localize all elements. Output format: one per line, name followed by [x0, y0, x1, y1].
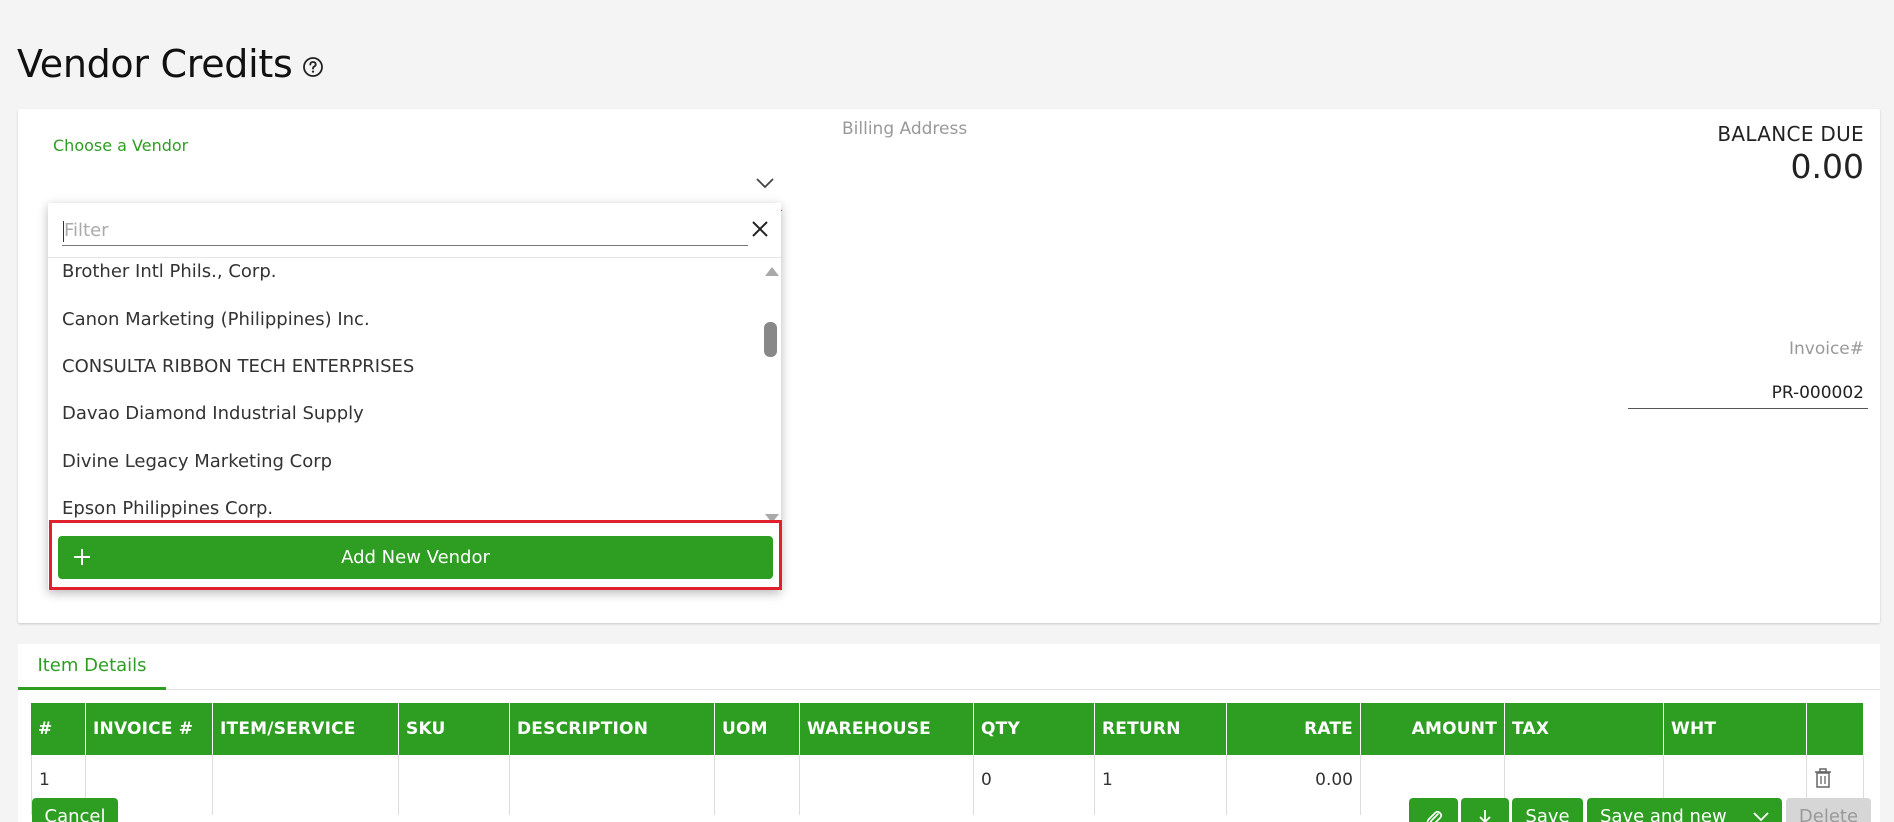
delete-button[interactable]: Delete	[1786, 798, 1871, 822]
add-new-vendor-highlight: Add New Vendor	[49, 520, 782, 590]
cell-qty[interactable]: 0	[974, 755, 1095, 815]
list-item[interactable]: Divine Legacy Marketing Corp	[62, 451, 332, 472]
page-title-text: Vendor Credits	[17, 42, 293, 86]
text-caret	[63, 221, 64, 242]
column-header-sku: SKU	[399, 703, 510, 755]
page-title: Vendor Credits	[17, 42, 324, 86]
attach-file-button[interactable]	[1409, 798, 1458, 822]
scroll-thumb[interactable]	[764, 322, 777, 357]
column-header-rate: RATE	[1227, 703, 1361, 755]
vendor-field-label: Choose a Vendor	[53, 136, 189, 155]
plus-icon	[74, 549, 90, 565]
vendor-dropdown: Brother Intl Phils., Corp. Canon Marketi…	[48, 203, 782, 590]
column-header-actions	[1807, 703, 1864, 755]
scroll-up-arrow-icon[interactable]	[765, 267, 779, 276]
column-header-description: DESCRIPTION	[510, 703, 715, 755]
invoice-number-label: Invoice#	[1788, 339, 1864, 359]
balance-due-value: 0.00	[1790, 147, 1864, 186]
column-header-return: RETURN	[1095, 703, 1227, 755]
list-item[interactable]: Epson Philippines Corp.	[62, 498, 273, 519]
column-header-tax: TAX	[1505, 703, 1664, 755]
save-and-new-label: Save and new	[1600, 806, 1727, 822]
add-new-vendor-button[interactable]: Add New Vendor	[58, 536, 773, 579]
chevron-down-icon[interactable]	[756, 177, 774, 189]
column-header-wht: WHT	[1664, 703, 1807, 755]
filter-input[interactable]	[62, 216, 748, 246]
vendor-list: Brother Intl Phils., Corp. Canon Marketi…	[48, 258, 761, 523]
balance-due-label: BALANCE DUE	[1717, 122, 1864, 146]
billing-address-label: Billing Address	[842, 119, 968, 139]
tab-item-details[interactable]: Item Details	[18, 644, 166, 690]
list-item[interactable]: CONSULTA RIBBON TECH ENTERPRISES	[62, 356, 414, 377]
cancel-button[interactable]: Cancel	[32, 798, 118, 822]
column-header-amount: AMOUNT	[1361, 703, 1505, 755]
list-item[interactable]: Canon Marketing (Philippines) Inc.	[62, 309, 370, 330]
invoice-number-field[interactable]: PR-000002	[1628, 377, 1868, 409]
chevron-down-icon[interactable]	[1753, 812, 1769, 822]
cell-uom[interactable]	[715, 755, 800, 815]
column-header-item-service: ITEM/SERVICE	[213, 703, 399, 755]
download-icon	[1479, 810, 1491, 822]
column-header-uom: UOM	[715, 703, 800, 755]
cell-return[interactable]: 1	[1095, 755, 1227, 815]
cell-sku[interactable]	[399, 755, 510, 815]
save-button[interactable]: Save	[1512, 798, 1583, 822]
list-item[interactable]: Davao Diamond Industrial Supply	[62, 403, 364, 424]
paperclip-icon	[1426, 810, 1442, 822]
list-scrollbar[interactable]	[761, 258, 781, 523]
cancel-button-label: Cancel	[44, 806, 106, 822]
save-and-new-button[interactable]: Save and new	[1587, 798, 1782, 822]
column-header-warehouse: WAREHOUSE	[800, 703, 974, 755]
column-header-number: #	[31, 703, 86, 755]
save-button-label: Save	[1525, 806, 1570, 822]
delete-button-label: Delete	[1798, 806, 1859, 822]
cell-rate[interactable]: 0.00	[1227, 755, 1361, 815]
close-icon[interactable]	[751, 220, 769, 238]
table-header-row: # INVOICE # ITEM/SERVICE SKU DESCRIPTION…	[31, 703, 1864, 755]
help-icon[interactable]	[302, 56, 324, 78]
cell-warehouse[interactable]	[800, 755, 974, 815]
column-header-qty: QTY	[974, 703, 1095, 755]
trash-icon[interactable]	[1814, 768, 1832, 788]
column-header-invoice: INVOICE #	[86, 703, 213, 755]
filter-row	[48, 203, 781, 258]
download-button[interactable]	[1461, 798, 1509, 822]
cell-description[interactable]	[510, 755, 715, 815]
list-item[interactable]: Brother Intl Phils., Corp.	[62, 261, 276, 282]
cell-item-service[interactable]	[213, 755, 399, 815]
add-new-vendor-label: Add New Vendor	[341, 547, 490, 568]
tabs-bar: Item Details	[18, 644, 1880, 690]
